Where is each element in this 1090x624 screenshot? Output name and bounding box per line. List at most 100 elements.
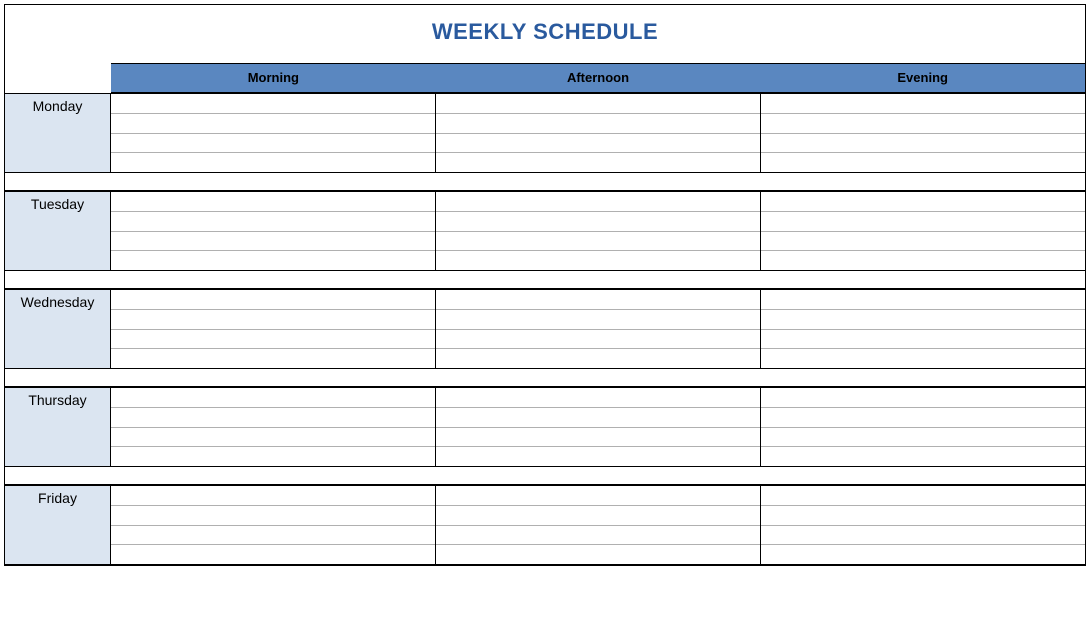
day-col-morning [111,486,436,564]
schedule-cell[interactable] [436,251,760,270]
schedule-cell[interactable] [436,232,760,252]
day-col-afternoon [436,388,761,466]
schedule-cell[interactable] [436,114,760,134]
day-columns [111,192,1085,270]
schedule-cell[interactable] [436,94,760,114]
day-block-monday: Monday [5,93,1085,173]
day-col-afternoon [436,486,761,564]
schedule-cell[interactable] [111,428,435,448]
schedule-cell[interactable] [111,310,435,330]
day-label-tuesday: Tuesday [5,192,111,270]
schedule-cell[interactable] [111,290,435,310]
schedule-cell[interactable] [761,506,1085,526]
schedule-cell[interactable] [111,388,435,408]
schedule-cell[interactable] [761,447,1085,466]
schedule-cell[interactable] [111,251,435,270]
schedule-cell[interactable] [436,486,760,506]
day-col-evening [761,388,1085,466]
day-col-afternoon [436,192,761,270]
schedule-cell[interactable] [761,251,1085,270]
schedule-cell[interactable] [436,388,760,408]
schedule-cell[interactable] [761,330,1085,350]
schedule-cell[interactable] [761,134,1085,154]
schedule-cell[interactable] [111,212,435,232]
day-col-morning [111,192,436,270]
schedule-cell[interactable] [111,545,435,564]
schedule-cell[interactable] [111,114,435,134]
day-col-evening [761,94,1085,172]
schedule-cell[interactable] [761,388,1085,408]
day-columns [111,94,1085,172]
day-col-afternoon [436,290,761,368]
day-block-friday: Friday [5,485,1085,565]
day-gap [5,271,1085,289]
day-label-thursday: Thursday [5,388,111,466]
schedule-cell[interactable] [436,428,760,448]
schedule-cell[interactable] [111,486,435,506]
header-spacer [5,63,111,93]
schedule-cell[interactable] [111,526,435,546]
schedule-container: WEEKLY SCHEDULE Morning Afternoon Evenin… [4,4,1086,566]
header-row: Morning Afternoon Evening [5,63,1085,93]
day-label-friday: Friday [5,486,111,564]
day-col-evening [761,290,1085,368]
schedule-cell[interactable] [111,134,435,154]
day-block-tuesday: Tuesday [5,191,1085,271]
day-gap [5,369,1085,387]
day-block-thursday: Thursday [5,387,1085,467]
schedule-cell[interactable] [111,447,435,466]
schedule-cell[interactable] [436,330,760,350]
schedule-cell[interactable] [436,545,760,564]
schedule-cell[interactable] [436,310,760,330]
schedule-cell[interactable] [436,134,760,154]
day-label-monday: Monday [5,94,111,172]
day-gap [5,173,1085,191]
schedule-cell[interactable] [761,94,1085,114]
schedule-cell[interactable] [111,506,435,526]
header-evening: Evening [760,64,1085,92]
schedule-cell[interactable] [436,447,760,466]
schedule-cell[interactable] [436,506,760,526]
day-col-afternoon [436,94,761,172]
day-columns [111,486,1085,564]
schedule-cell[interactable] [111,192,435,212]
header-morning: Morning [111,64,436,92]
schedule-cell[interactable] [436,526,760,546]
schedule-cell[interactable] [761,428,1085,448]
schedule-cell[interactable] [761,192,1085,212]
header-band: Morning Afternoon Evening [111,63,1085,93]
schedule-cell[interactable] [761,232,1085,252]
schedule-cell[interactable] [761,212,1085,232]
schedule-cell[interactable] [111,153,435,172]
schedule-cell[interactable] [111,330,435,350]
schedule-cell[interactable] [111,408,435,428]
schedule-cell[interactable] [436,153,760,172]
schedule-cell[interactable] [436,212,760,232]
schedule-cell[interactable] [436,349,760,368]
schedule-cell[interactable] [761,114,1085,134]
schedule-cell[interactable] [761,486,1085,506]
day-col-morning [111,388,436,466]
schedule-cell[interactable] [761,310,1085,330]
schedule-cell[interactable] [761,349,1085,368]
day-col-evening [761,486,1085,564]
schedule-cell[interactable] [111,349,435,368]
schedule-cell[interactable] [761,153,1085,172]
day-gap [5,467,1085,485]
schedule-cell[interactable] [761,290,1085,310]
schedule-cell[interactable] [111,232,435,252]
day-col-morning [111,290,436,368]
schedule-cell[interactable] [761,526,1085,546]
day-col-evening [761,192,1085,270]
page-title: WEEKLY SCHEDULE [5,5,1085,63]
schedule-cell[interactable] [436,290,760,310]
day-columns [111,290,1085,368]
schedule-cell[interactable] [436,408,760,428]
day-col-morning [111,94,436,172]
day-columns [111,388,1085,466]
day-block-wednesday: Wednesday [5,289,1085,369]
schedule-cell[interactable] [111,94,435,114]
schedule-cell[interactable] [761,545,1085,564]
schedule-cell[interactable] [436,192,760,212]
schedule-cell[interactable] [761,408,1085,428]
